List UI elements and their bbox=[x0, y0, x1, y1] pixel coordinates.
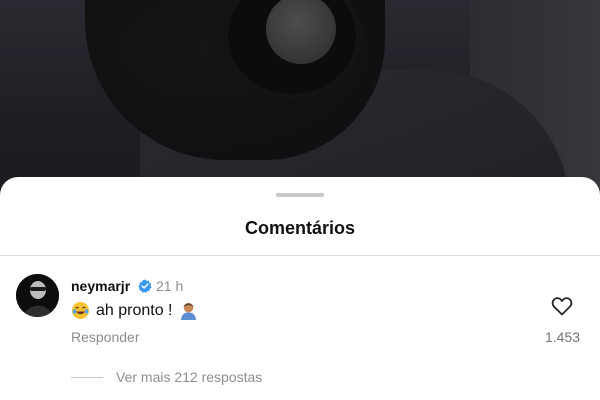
sheet-title: Comentários bbox=[244, 218, 356, 238]
divider bbox=[0, 255, 600, 256]
comment-time: 21 h bbox=[156, 278, 184, 294]
verified-badge-icon bbox=[138, 279, 152, 293]
comments-sheet: Comentários neymarjr 21 h ah pronto ! Re… bbox=[0, 177, 600, 400]
background-dim-overlay[interactable] bbox=[0, 0, 600, 200]
replies-divider-line bbox=[71, 377, 103, 378]
comment-username[interactable]: neymarjr bbox=[71, 278, 130, 294]
background-video-frame bbox=[0, 0, 600, 200]
like-count: 1.453 bbox=[544, 329, 580, 345]
comment-text: ah pronto ! bbox=[96, 301, 173, 319]
heart-icon[interactable] bbox=[550, 294, 574, 318]
drag-handle[interactable] bbox=[276, 193, 324, 197]
person-emoji-icon bbox=[180, 302, 196, 320]
face-with-tears-of-joy-icon bbox=[71, 301, 90, 320]
avatar-image bbox=[16, 274, 59, 317]
avatar[interactable] bbox=[16, 274, 59, 317]
view-more-replies-button[interactable]: Ver mais 212 respostas bbox=[116, 369, 262, 385]
comment-body: ah pronto ! bbox=[71, 301, 198, 320]
reply-button[interactable]: Responder bbox=[71, 329, 140, 345]
